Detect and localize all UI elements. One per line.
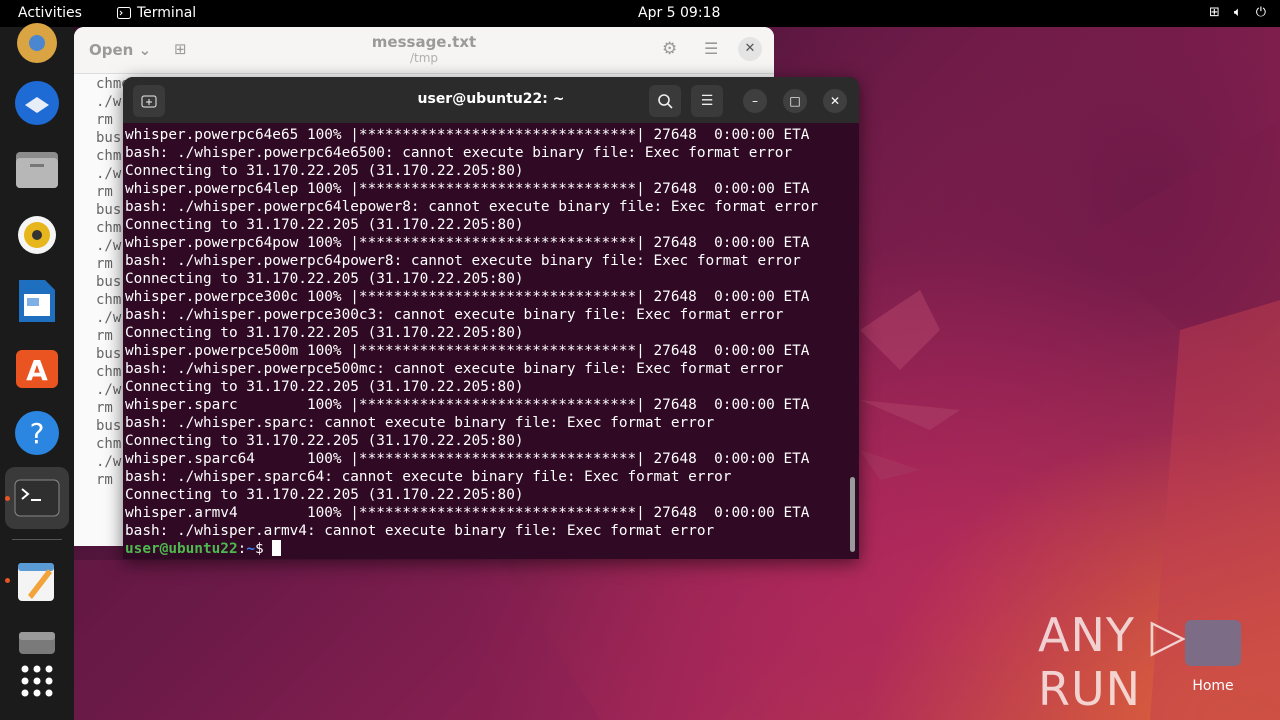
terminal-line: whisper.sparc64 100% |******************… — [125, 451, 810, 467]
minimize-icon: – — [752, 94, 758, 108]
home-folder-icon[interactable]: Home — [1184, 620, 1242, 700]
clock[interactable]: Apr 5 09:18 — [638, 5, 720, 21]
terminal-line: Connecting to 31.170.22.205 (31.170.22.2… — [125, 325, 524, 341]
close-button[interactable]: ✕ — [823, 89, 847, 113]
terminal-line: bash: ./whisper.sparc64: cannot execute … — [125, 469, 732, 485]
maximize-button[interactable]: □ — [783, 89, 807, 113]
menu-button[interactable]: ☰ — [691, 85, 723, 117]
close-icon[interactable]: ✕ — [738, 37, 762, 61]
volume-icon: 🔈︎ — [1233, 5, 1242, 20]
menu-icon[interactable]: ☰ — [704, 39, 718, 58]
power-icon: ⏻ — [1255, 5, 1266, 20]
terminal-line: bash: ./whisper.powerpce500mc: cannot ex… — [125, 361, 784, 377]
terminal-line: whisper.powerpc64e65 100% |*************… — [125, 127, 810, 143]
app-center-icon[interactable]: A — [11, 341, 63, 393]
running-indicator — [5, 578, 10, 583]
editor-header: Open ⌄ ⊞ message.txt /tmp ⚙ ☰ ✕ — [74, 27, 774, 74]
home-icon — [1185, 620, 1241, 666]
terminal-line: bash: ./whisper.powerpc64e6500: cannot e… — [125, 145, 793, 161]
search-icon — [658, 94, 673, 109]
cursor — [272, 540, 282, 556]
files-icon[interactable] — [11, 143, 63, 195]
text-editor-icon[interactable] — [11, 555, 63, 607]
help-icon[interactable]: ? — [11, 407, 63, 459]
dock-separator — [12, 539, 62, 540]
watermark-logo: ANY ▷ RUN — [1038, 608, 1187, 716]
prompt-symbol: $ — [254, 541, 273, 557]
terminal-line: Connecting to 31.170.22.205 (31.170.22.2… — [125, 379, 524, 395]
running-indicator — [5, 496, 10, 501]
terminal-window[interactable]: user@ubuntu22: ~ ☰ – □ ✕ whisper.powerpc… — [123, 77, 859, 559]
terminal-line: whisper.powerpc64lep 100% |*************… — [125, 181, 810, 197]
svg-text:?: ? — [30, 417, 45, 450]
terminal-line: bash: ./whisper.powerpc64power8: cannot … — [125, 253, 801, 269]
settings-icon[interactable]: ⚙ — [662, 39, 677, 59]
terminal-line: Connecting to 31.170.22.205 (31.170.22.2… — [125, 487, 524, 503]
thunderbird-icon[interactable] — [11, 77, 63, 129]
chrome-icon[interactable] — [11, 17, 63, 69]
terminal-line: whisper.powerpce300c 100% |*************… — [125, 289, 810, 305]
terminal-line: whisper.sparc 100% |********************… — [125, 397, 810, 413]
terminal-line: bash: ./whisper.sparc: cannot execute bi… — [125, 415, 715, 431]
prompt-path: ~ — [246, 541, 255, 557]
dock: A ? — [0, 23, 74, 720]
terminal-small-icon — [117, 7, 131, 19]
prompt-line[interactable]: user@ubuntu22:~$ — [125, 540, 849, 558]
hamburger-icon: ☰ — [700, 93, 714, 109]
terminal-titlebar: user@ubuntu22: ~ ☰ – □ ✕ — [123, 77, 859, 123]
terminal-output[interactable]: whisper.powerpc64e65 100% |*************… — [125, 126, 849, 558]
writer-icon[interactable] — [11, 275, 63, 327]
system-tray[interactable]: ⊞ 🔈︎ ⏻ — [1209, 5, 1266, 20]
prompt-separator: : — [237, 541, 247, 557]
home-label: Home — [1192, 678, 1234, 694]
terminal-line: bash: ./whisper.armv4: cannot execute bi… — [125, 523, 715, 539]
svg-text:A: A — [26, 354, 48, 387]
terminal-line: bash: ./whisper.powerpce300c3: cannot ex… — [125, 307, 784, 323]
maximize-icon: □ — [789, 94, 801, 108]
network-icon: ⊞ — [1208, 5, 1220, 20]
search-button[interactable] — [649, 85, 681, 117]
terminal-line: Connecting to 31.170.22.205 (31.170.22.2… — [125, 271, 524, 287]
terminal-line: Connecting to 31.170.22.205 (31.170.22.2… — [125, 163, 524, 179]
terminal-line: Connecting to 31.170.22.205 (31.170.22.2… — [125, 217, 524, 233]
prompt-user: user@ubuntu22 — [125, 541, 238, 557]
rhythmbox-icon[interactable] — [11, 209, 63, 261]
terminal-line: Connecting to 31.170.22.205 (31.170.22.2… — [125, 433, 524, 449]
minimize-button[interactable]: – — [743, 89, 767, 113]
scrollbar[interactable] — [850, 477, 855, 552]
top-bar: Activities Terminal Apr 5 09:18 ⊞ 🔈︎ ⏻ — [0, 0, 1280, 27]
app-name-label: Terminal — [137, 5, 197, 21]
terminal-line: bash: ./whisper.powerpc64lepower8: canno… — [125, 199, 819, 215]
terminal-line: whisper.powerpc64pow 100% |*************… — [125, 235, 810, 251]
close-icon: ✕ — [829, 94, 841, 108]
app-grid-icon[interactable] — [11, 655, 63, 707]
app-menu[interactable]: Terminal — [117, 5, 196, 21]
terminal-line: whisper.armv4 100% |********************… — [125, 505, 810, 521]
terminal-icon[interactable] — [5, 467, 69, 529]
terminal-line: whisper.powerpce500m 100% |*************… — [125, 343, 810, 359]
